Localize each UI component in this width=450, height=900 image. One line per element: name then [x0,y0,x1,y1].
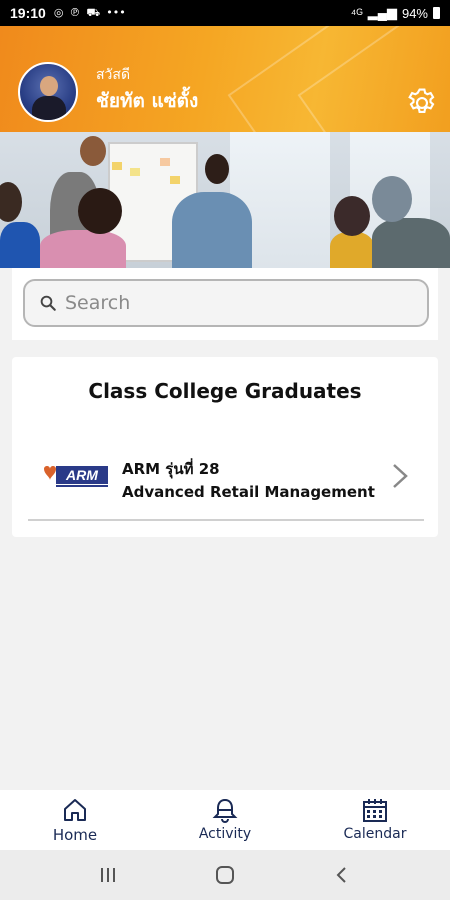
chevron-right-icon[interactable] [386,461,412,491]
divider [28,519,424,521]
wifi-icon: ⁴ᴳ [350,5,363,21]
hero-person [372,218,450,268]
status-time: 19:10 [10,5,46,21]
profile-header: สวัสดี ชัยทัต แซ่ตั้ง [0,26,450,132]
whatsapp-icon: ◎ [53,5,64,19]
nav-calendar[interactable]: Calendar [300,790,450,850]
search-box[interactable] [23,279,429,327]
hero-person [0,222,40,268]
back-icon [336,867,346,883]
nav-home[interactable]: Home [0,790,150,850]
more-icon: ••• [106,5,126,19]
home-button[interactable] [205,860,245,890]
nav-activity[interactable]: Activity [150,790,300,850]
hero-person-head [372,176,412,222]
back-button[interactable] [322,860,362,890]
recent-apps-button[interactable] [88,860,128,890]
status-bar: 19:10 ◎ ℗ ⛟ ••• ⁴ᴳ ▂▄▆ 94% [0,0,450,26]
recent-apps-icon [101,868,116,882]
arm-logo: ARM [44,466,108,487]
hero-person-head [205,154,229,184]
bell-icon [212,798,238,823]
hero-person [172,192,252,268]
nav-activity-label: Activity [198,826,252,842]
hero-person-head [80,136,106,166]
sticky-note [170,176,180,184]
logo-text: ARM [65,467,98,483]
avatar-head [40,76,58,96]
pinterest-icon: ℗ [69,5,81,19]
course-item[interactable]: ARM ARM รุ่นที่ 28 Advanced Retail Manag… [26,447,426,521]
hero-person-head [78,188,122,234]
search-icon [40,295,56,311]
search-panel [12,268,438,340]
home-square-icon [215,866,234,884]
notification-icons: ◎ ℗ ⛟ ••• [54,6,126,21]
nav-calendar-label: Calendar [343,826,407,842]
bottom-nav: Home Activity Calendar [0,790,450,850]
sticky-note [130,168,140,176]
calendar-icon [363,799,387,822]
sticky-note [160,158,170,166]
signal-icon: ▂▄▆ [367,5,397,20]
settings-gear-icon[interactable] [405,86,439,120]
avatar-body [32,96,66,120]
system-nav-bar [0,850,450,900]
hero-person-head [0,182,22,222]
course-batch: ARM รุ่นที่ 28 [122,460,220,478]
battery-level: 94% [401,5,428,21]
home-icon [64,799,86,821]
user-name: ชัยทัต แซ่ตั้ง [96,90,199,112]
nav-home-label: Home [52,826,98,844]
battery-icon [433,7,440,19]
sticky-note [112,162,122,170]
car-icon: ⛟ [86,5,101,19]
greeting-text: สวัสดี [96,67,131,83]
class-card: Class College Graduates ARM ARM รุ่นที่ … [12,357,438,537]
hero-person-head [334,196,370,236]
course-name: Advanced Retail Management [122,483,375,501]
system-status: ⁴ᴳ ▂▄▆ 94% [351,5,440,21]
card-title: Class College Graduates [88,379,362,403]
avatar[interactable] [18,62,78,122]
hero-person [40,230,126,268]
hero-person [330,232,374,268]
search-input[interactable] [65,292,395,314]
hero-image [0,132,450,268]
